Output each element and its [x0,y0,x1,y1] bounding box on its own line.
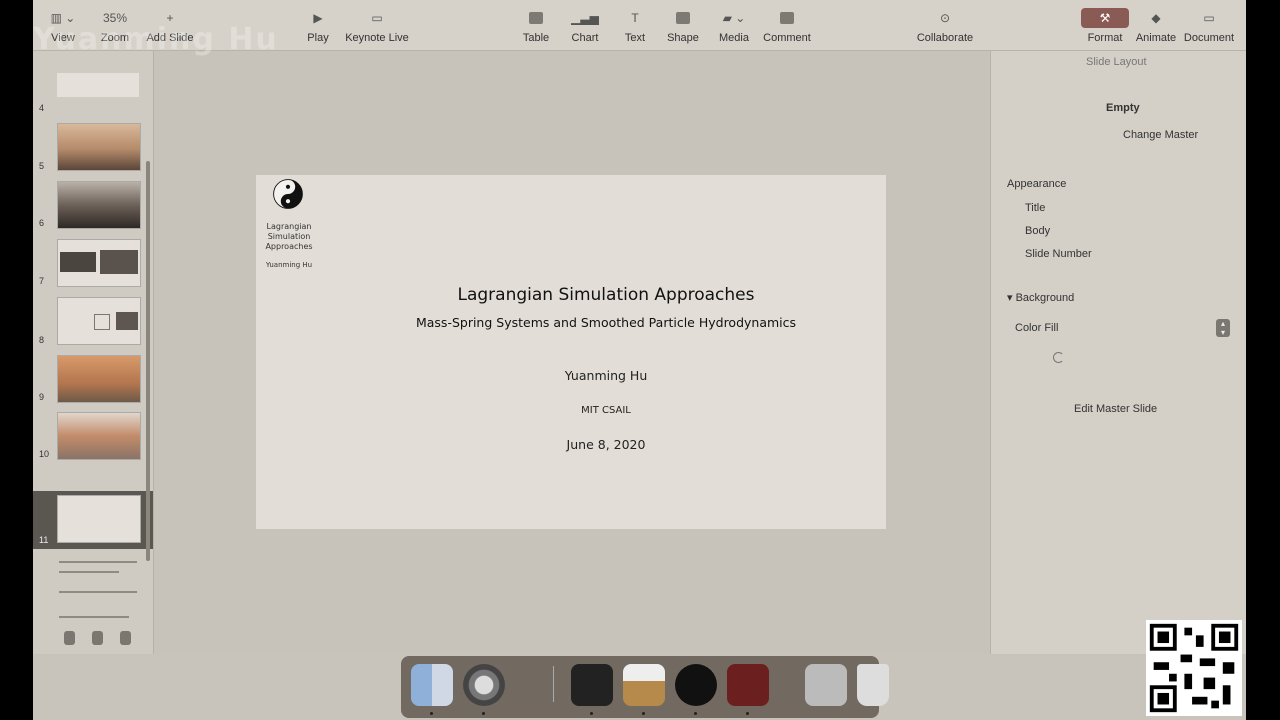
animate-button[interactable]: ◆ Animate [1131,8,1181,44]
text-icon: T [631,11,639,25]
slide-thumbnail-6[interactable] [57,181,141,229]
sidebar-author: Yuanming Hu [265,261,313,269]
layout-name: Empty [1106,102,1140,114]
animate-icon: ◆ [1151,11,1161,25]
slide-number: 4 [39,103,45,113]
slide-thumbnail-8[interactable] [57,297,141,345]
slide-title[interactable]: Lagrangian Simulation Approaches [336,285,876,305]
dock-separator [553,666,554,702]
slide-number: 8 [39,335,45,345]
slide-thumbnail-9[interactable] [57,355,141,403]
media-icon: ▰ ⌄ [722,11,746,25]
slide-number: 11 [39,535,49,545]
shape-button[interactable]: Shape [664,8,702,44]
finder-icon[interactable] [411,664,453,706]
qr-app-icon[interactable] [805,664,847,706]
document-button[interactable]: ▭ Document [1183,8,1235,44]
play-button[interactable]: ▶ Play [303,8,333,44]
dock-running-dot [430,712,433,715]
chart-icon: ▁▃▅ [571,11,599,25]
title-checkbox[interactable]: Title [1025,202,1045,214]
background-section[interactable]: ▾ Background [1007,291,1074,304]
terminal-icon[interactable] [571,664,613,706]
background-label: Background [1015,292,1075,304]
navigator-bottom-icon[interactable] [64,631,75,645]
slide-thumbnail-10[interactable] [57,412,141,460]
slide-institute[interactable]: MIT CSAIL [336,405,876,416]
navigator-bottom-icon[interactable] [92,631,103,645]
table-button[interactable]: Table [519,8,553,44]
current-slide[interactable]: Lagrangian Simulation Approaches Yuanmin… [256,175,886,529]
document-icon: ▭ [1203,11,1215,25]
sidebar-title: Lagrangian Simulation Approaches [265,222,313,251]
slide-date[interactable]: June 8, 2020 [336,437,876,452]
obs-icon[interactable] [675,664,717,706]
keynote-window: ▥ ⌄ View 35% Zoom + Add Slide ▶ Play ▭ K… [33,0,1246,720]
keynote-live-icon: ▭ [371,11,383,25]
body-checkbox[interactable]: Body [1025,225,1050,237]
slide-thumbnail-3[interactable] [57,73,139,97]
format-button[interactable]: ⚒ Format [1081,8,1129,44]
format-inspector: Slide Layout Empty Change Master Appeara… [990,51,1246,654]
collaborate-button[interactable]: ⊙ Collaborate [913,8,977,44]
thumbnail-line [59,571,119,573]
dock-running-dot [482,712,485,715]
dock-running-dot [746,712,749,715]
chrome-icon[interactable] [463,664,505,706]
slide-number-checkbox[interactable]: Slide Number [1025,248,1092,260]
trash-icon[interactable] [857,664,889,706]
comment-button[interactable]: Comment [761,8,813,44]
comment-icon [761,8,813,28]
text-button[interactable]: T Text [618,8,652,44]
dock [401,656,889,718]
slide-thumbnail-7[interactable] [57,239,141,287]
dock-running-dot [642,712,645,715]
slide-thumbnail-11[interactable] [57,495,141,543]
slide-author[interactable]: Yuanming Hu [336,368,876,383]
thumbnail-line [59,616,129,618]
acrobat-icon[interactable] [727,664,769,706]
loading-spinner-icon [1053,352,1064,363]
slide-navigator: 4 5 6 7 8 9 10 11 [33,51,154,654]
paintbrush-icon: ⚒ [1081,8,1129,28]
navigator-scrollbar[interactable] [146,161,150,561]
keynote-icon[interactable] [623,664,665,706]
chart-button[interactable]: ▁▃▅ Chart [568,8,602,44]
yin-yang-icon [273,179,303,209]
shape-icon [664,8,702,28]
dock-running-dot [590,712,593,715]
collaborate-icon: ⊙ [939,11,951,25]
disclosure-triangle-icon: ▾ [1007,292,1016,304]
keynote-live-button[interactable]: ▭ Keynote Live [345,8,409,44]
color-fill-label: Color Fill [1015,322,1059,334]
slide-number: 7 [39,276,45,286]
fill-type-stepper[interactable]: ▴ ▾ [1216,319,1230,337]
slide-subtitle[interactable]: Mass-Spring Systems and Smoothed Particl… [336,315,876,330]
inspector-heading: Slide Layout [1086,56,1147,68]
media-button[interactable]: ▰ ⌄ Media [715,8,753,44]
slide-canvas[interactable]: Lagrangian Simulation Approaches Yuanmin… [154,51,989,654]
slide-thumbnail-12[interactable] [59,561,137,563]
thumbnail-line [59,591,137,593]
play-icon: ▶ [313,11,323,25]
change-master-button[interactable]: Change Master [1123,129,1198,141]
slide-number: 10 [39,449,50,459]
edit-master-slide-button[interactable]: Edit Master Slide [1074,403,1157,415]
slide-thumbnail-5[interactable] [57,123,141,171]
qr-code-icon [1146,620,1242,716]
table-icon [519,8,553,28]
slide-number: 9 [39,392,45,402]
dock-running-dot [694,712,697,715]
watermark-logo: Yuanming Hu [33,22,279,57]
slide-number: 6 [39,218,45,228]
slide-number: 5 [39,161,45,171]
appearance-label: Appearance [1007,178,1067,190]
navigator-bottom-icon[interactable] [120,631,131,645]
selected-slide-row[interactable]: 11 [33,491,153,549]
